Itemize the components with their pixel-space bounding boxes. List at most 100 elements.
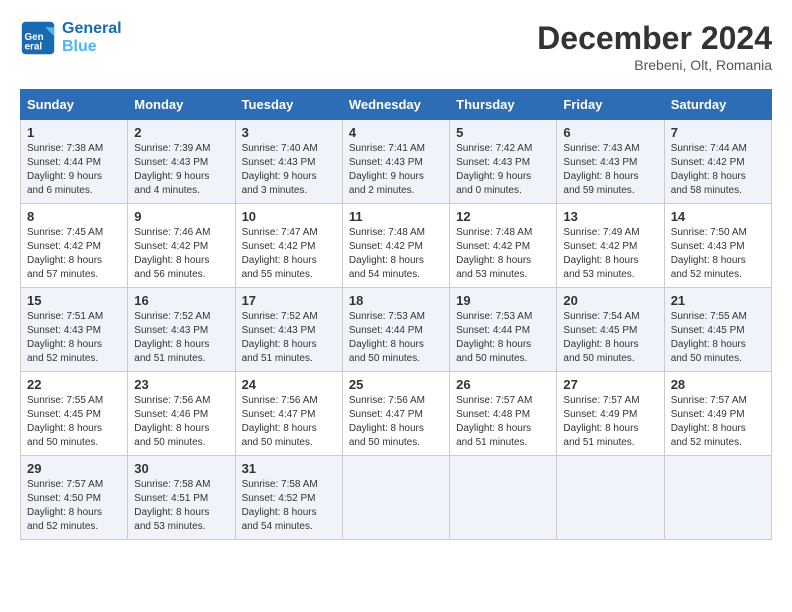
day-cell: 4Sunrise: 7:41 AM Sunset: 4:43 PM Daylig… <box>342 120 449 204</box>
day-cell: 19 Sunrise: 7:53 AM Sunset: 4:44 PM Dayli… <box>450 288 557 372</box>
day-cell: 18 Sunrise: 7:53 AM Sunset: 4:44 PM Dayli… <box>342 288 449 372</box>
day-number: 24 <box>242 377 336 392</box>
day-number: 31 <box>242 461 336 476</box>
day-cell <box>450 456 557 540</box>
day-info: Sunrise: 7:49 AM Sunset: 4:42 PM Dayligh… <box>563 226 657 282</box>
day-info: Sunrise: 7:39 AM Sunset: 4:43 PM Dayligh… <box>134 142 228 198</box>
day-cell: 25 Sunrise: 7:56 AM Sunset: 4:47 PM Dayli… <box>342 372 449 456</box>
day-number: 16 <box>134 293 228 308</box>
day-number: 27 <box>563 377 657 392</box>
day-info: Sunrise: 7:53 AM Sunset: 4:44 PM Dayligh… <box>456 310 550 366</box>
day-number: 3 <box>242 125 336 140</box>
weekday-header-monday: Monday <box>128 90 235 120</box>
day-cell: 16 Sunrise: 7:52 AM Sunset: 4:43 PM Dayli… <box>128 288 235 372</box>
day-cell: 10 Sunrise: 7:47 AM Sunset: 4:42 PM Dayli… <box>235 204 342 288</box>
day-number: 7 <box>671 125 765 140</box>
day-info: Sunrise: 7:42 AM Sunset: 4:43 PM Dayligh… <box>456 142 550 198</box>
day-number: 21 <box>671 293 765 308</box>
day-number: 18 <box>349 293 443 308</box>
day-cell: 23 Sunrise: 7:56 AM Sunset: 4:46 PM Dayli… <box>128 372 235 456</box>
day-number: 25 <box>349 377 443 392</box>
day-number: 17 <box>242 293 336 308</box>
day-cell: 30Sunrise: 7:58 AM Sunset: 4:51 PM Dayli… <box>128 456 235 540</box>
day-info: Sunrise: 7:41 AM Sunset: 4:43 PM Dayligh… <box>349 142 443 198</box>
day-cell: 22 Sunrise: 7:55 AM Sunset: 4:45 PM Dayli… <box>21 372 128 456</box>
day-info: Sunrise: 7:52 AM Sunset: 4:43 PM Dayligh… <box>242 310 336 366</box>
title-block: December 2024 Brebeni, Olt, Romania <box>537 20 772 73</box>
day-info: Sunrise: 7:44 AM Sunset: 4:42 PM Dayligh… <box>671 142 765 198</box>
day-info: Sunrise: 7:57 AM Sunset: 4:50 PM Dayligh… <box>27 478 121 534</box>
day-cell: 17 Sunrise: 7:52 AM Sunset: 4:43 PM Dayli… <box>235 288 342 372</box>
day-number: 28 <box>671 377 765 392</box>
day-info: Sunrise: 7:38 AM Sunset: 4:44 PM Dayligh… <box>27 142 121 198</box>
day-number: 9 <box>134 209 228 224</box>
day-number: 13 <box>563 209 657 224</box>
day-info: Sunrise: 7:48 AM Sunset: 4:42 PM Dayligh… <box>349 226 443 282</box>
svg-text:eral: eral <box>25 42 43 53</box>
day-info: Sunrise: 7:55 AM Sunset: 4:45 PM Dayligh… <box>27 394 121 450</box>
day-cell <box>342 456 449 540</box>
calendar-body: 1 Sunrise: 7:38 AM Sunset: 4:44 PM Daylig… <box>21 120 772 540</box>
weekday-header-friday: Friday <box>557 90 664 120</box>
day-cell: 31 Sunrise: 7:58 AM Sunset: 4:52 PM Dayli… <box>235 456 342 540</box>
page-header: Gen eral General Blue December 2024 Breb… <box>20 20 772 73</box>
day-info: Sunrise: 7:56 AM Sunset: 4:47 PM Dayligh… <box>349 394 443 450</box>
day-info: Sunrise: 7:56 AM Sunset: 4:46 PM Dayligh… <box>134 394 228 450</box>
day-number: 10 <box>242 209 336 224</box>
day-cell: 20Sunrise: 7:54 AM Sunset: 4:45 PM Dayli… <box>557 288 664 372</box>
location-subtitle: Brebeni, Olt, Romania <box>537 57 772 73</box>
day-number: 8 <box>27 209 121 224</box>
day-info: Sunrise: 7:40 AM Sunset: 4:43 PM Dayligh… <box>242 142 336 198</box>
day-info: Sunrise: 7:55 AM Sunset: 4:45 PM Dayligh… <box>671 310 765 366</box>
week-row-4: 22 Sunrise: 7:55 AM Sunset: 4:45 PM Dayli… <box>21 372 772 456</box>
day-info: Sunrise: 7:48 AM Sunset: 4:42 PM Dayligh… <box>456 226 550 282</box>
day-cell <box>664 456 771 540</box>
day-cell: 7 Sunrise: 7:44 AM Sunset: 4:42 PM Daylig… <box>664 120 771 204</box>
day-info: Sunrise: 7:53 AM Sunset: 4:44 PM Dayligh… <box>349 310 443 366</box>
day-info: Sunrise: 7:45 AM Sunset: 4:42 PM Dayligh… <box>27 226 121 282</box>
day-number: 26 <box>456 377 550 392</box>
day-cell: 6Sunrise: 7:43 AM Sunset: 4:43 PM Daylig… <box>557 120 664 204</box>
day-number: 23 <box>134 377 228 392</box>
day-cell <box>557 456 664 540</box>
day-info: Sunrise: 7:56 AM Sunset: 4:47 PM Dayligh… <box>242 394 336 450</box>
day-number: 5 <box>456 125 550 140</box>
day-number: 29 <box>27 461 121 476</box>
day-info: Sunrise: 7:46 AM Sunset: 4:42 PM Dayligh… <box>134 226 228 282</box>
day-cell: 28Sunrise: 7:57 AM Sunset: 4:49 PM Dayli… <box>664 372 771 456</box>
weekday-header-tuesday: Tuesday <box>235 90 342 120</box>
day-cell: 14Sunrise: 7:50 AM Sunset: 4:43 PM Dayli… <box>664 204 771 288</box>
day-cell: 8 Sunrise: 7:45 AM Sunset: 4:42 PM Daylig… <box>21 204 128 288</box>
week-row-2: 8 Sunrise: 7:45 AM Sunset: 4:42 PM Daylig… <box>21 204 772 288</box>
day-cell: 13 Sunrise: 7:49 AM Sunset: 4:42 PM Dayli… <box>557 204 664 288</box>
weekday-header-wednesday: Wednesday <box>342 90 449 120</box>
day-info: Sunrise: 7:58 AM Sunset: 4:52 PM Dayligh… <box>242 478 336 534</box>
day-cell: 24 Sunrise: 7:56 AM Sunset: 4:47 PM Dayli… <box>235 372 342 456</box>
day-cell: 5 Sunrise: 7:42 AM Sunset: 4:43 PM Daylig… <box>450 120 557 204</box>
day-number: 19 <box>456 293 550 308</box>
day-number: 6 <box>563 125 657 140</box>
weekday-header-sunday: Sunday <box>21 90 128 120</box>
calendar-table: SundayMondayTuesdayWednesdayThursdayFrid… <box>20 89 772 540</box>
day-cell: 12Sunrise: 7:48 AM Sunset: 4:42 PM Dayli… <box>450 204 557 288</box>
day-info: Sunrise: 7:47 AM Sunset: 4:42 PM Dayligh… <box>242 226 336 282</box>
day-info: Sunrise: 7:54 AM Sunset: 4:45 PM Dayligh… <box>563 310 657 366</box>
day-number: 15 <box>27 293 121 308</box>
day-cell: 3 Sunrise: 7:40 AM Sunset: 4:43 PM Daylig… <box>235 120 342 204</box>
day-cell: 29 Sunrise: 7:57 AM Sunset: 4:50 PM Dayli… <box>21 456 128 540</box>
day-info: Sunrise: 7:51 AM Sunset: 4:43 PM Dayligh… <box>27 310 121 366</box>
day-cell: 21 Sunrise: 7:55 AM Sunset: 4:45 PM Dayli… <box>664 288 771 372</box>
month-title: December 2024 <box>537 20 772 57</box>
day-info: Sunrise: 7:52 AM Sunset: 4:43 PM Dayligh… <box>134 310 228 366</box>
day-cell: 9 Sunrise: 7:46 AM Sunset: 4:42 PM Daylig… <box>128 204 235 288</box>
day-info: Sunrise: 7:58 AM Sunset: 4:51 PM Dayligh… <box>134 478 228 534</box>
day-number: 22 <box>27 377 121 392</box>
day-number: 14 <box>671 209 765 224</box>
day-number: 2 <box>134 125 228 140</box>
logo-icon: Gen eral <box>20 20 56 56</box>
day-cell: 15 Sunrise: 7:51 AM Sunset: 4:43 PM Dayli… <box>21 288 128 372</box>
day-number: 1 <box>27 125 121 140</box>
day-info: Sunrise: 7:57 AM Sunset: 4:48 PM Dayligh… <box>456 394 550 450</box>
weekday-header-thursday: Thursday <box>450 90 557 120</box>
day-cell: 27Sunrise: 7:57 AM Sunset: 4:49 PM Dayli… <box>557 372 664 456</box>
